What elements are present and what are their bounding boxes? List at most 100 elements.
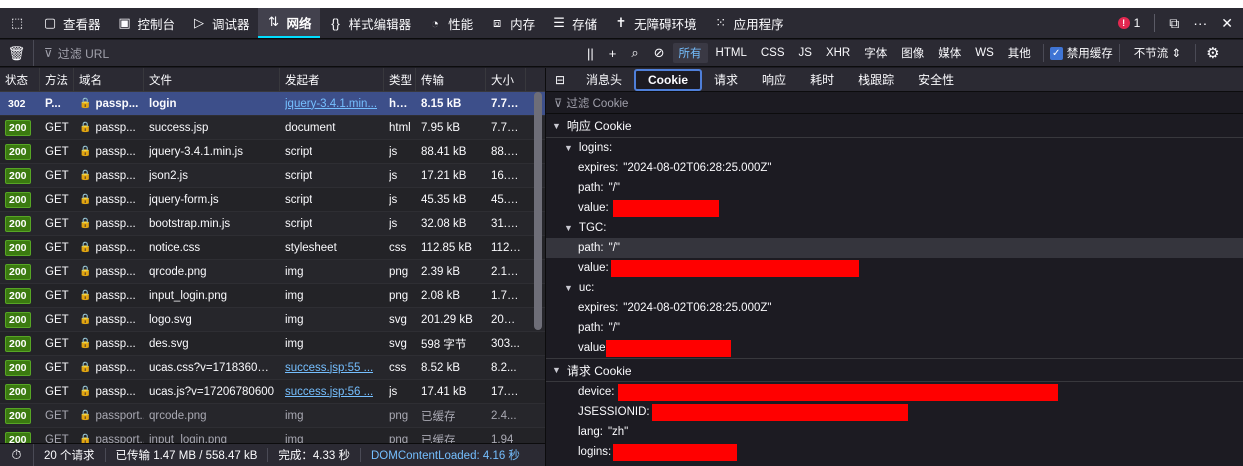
header-initiator[interactable]: 发起者 — [280, 68, 384, 91]
tab-inspector[interactable]: ▢ 查看器 — [34, 8, 109, 38]
header-transferred[interactable]: 传输 — [416, 68, 486, 91]
tab-stack-trace[interactable]: 栈跟踪 — [846, 68, 906, 91]
table-row[interactable]: 200 GET 🔒 passport... qrcode.png img png 已缓存 2.4… — [0, 404, 545, 428]
status-badge: 200 — [5, 119, 31, 136]
cookie-group-tgc[interactable]: ▼ TGC: — [546, 218, 1243, 238]
tab-debugger[interactable]: ▷ 调试器 — [183, 8, 258, 38]
dock-side-icon[interactable]: ⧉ — [1169, 15, 1179, 32]
type-text: png — [389, 409, 409, 422]
url-filter-input[interactable]: ⊽ 过滤 URL — [34, 45, 579, 62]
redaction-block — [618, 383, 1059, 401]
size-text: 88.1... — [491, 145, 521, 158]
initiator-text: script — [285, 193, 313, 206]
dom-content-loaded: DOMContentLoaded: 4.16 秒 — [370, 450, 520, 462]
table-row[interactable]: 200 GET 🔒 passp... qrcode.png img png 2.39 kB 2.… — [0, 260, 545, 284]
initiator-text: script — [285, 217, 313, 230]
table-row[interactable]: 200 GET 🔒 passp... success.jsp document html 7.… — [0, 116, 545, 140]
performance-timer-button[interactable]: ⏱ — [0, 444, 34, 466]
tab-performance[interactable]: ◔ 性能 — [419, 8, 481, 38]
header-file[interactable]: 文件 — [144, 68, 280, 91]
element-picker-button[interactable]: ⬚ — [0, 8, 34, 38]
header-size[interactable]: 大小 — [486, 68, 526, 91]
initiator-text: document — [285, 121, 336, 134]
cell-type: png — [384, 284, 416, 307]
tab-memory[interactable]: ⧈ 内存 — [481, 8, 543, 38]
header-type[interactable]: 类型 — [384, 68, 416, 91]
initiator-text[interactable]: success.jsp:55 ... — [285, 362, 373, 374]
prop-key: value: — [578, 262, 609, 274]
table-row[interactable]: 200 GET 🔒 passp... json2.js script js 17.21 kB 1… — [0, 164, 545, 188]
table-row[interactable]: 200 GET 🔒 passp... bootstrap.min.js script js 3… — [0, 212, 545, 236]
error-count-badge[interactable]: ! 1 — [1117, 16, 1140, 30]
cell-size: 200.... — [486, 308, 526, 331]
type-text: html — [389, 121, 411, 134]
table-row[interactable]: 200 GET 🔒 passp... logo.svg img svg 201.29 kB 20… — [0, 308, 545, 332]
initiator-text[interactable]: success.jsp:56 ... — [285, 386, 373, 398]
gear-icon[interactable]: ⚙ — [1206, 44, 1219, 62]
disable-cache-checkbox[interactable]: ✓ 禁用缓存 — [1049, 45, 1113, 61]
toggle-sidebar-icon[interactable]: ⊟ — [546, 73, 574, 87]
pause-icon[interactable]: || — [587, 46, 594, 61]
table-row[interactable]: 200 GET 🔒 passp... jquery-3.4.1.min.js script… — [0, 140, 545, 164]
throttling-select[interactable]: 不节流 ⇕ — [1126, 45, 1189, 61]
header-method[interactable]: 方法 — [40, 68, 74, 91]
close-icon[interactable]: ✕ — [1221, 15, 1233, 32]
plus-icon[interactable]: + — [609, 46, 617, 61]
type-filter-xhr[interactable]: XHR — [820, 45, 856, 61]
size-text: 17.1... — [491, 385, 521, 398]
initiator-text[interactable]: jquery-3.4.1.min... — [285, 98, 377, 110]
tab-headers[interactable]: 消息头 — [574, 68, 634, 91]
block-icon[interactable]: ⊘ — [654, 45, 665, 61]
lock-icon: 🔒 — [79, 410, 92, 421]
tab-application[interactable]: ⁙ 应用程序 — [705, 8, 792, 38]
toolbar-separator — [1154, 14, 1156, 32]
table-row[interactable]: 200 GET 🔒 passp... jquery-form.js script js 45.… — [0, 188, 545, 212]
type-filter-images[interactable]: 图像 — [895, 43, 930, 63]
table-scrollbar[interactable] — [534, 92, 542, 330]
type-filter-html[interactable]: HTML — [710, 45, 753, 61]
request-cookies-section[interactable]: ▼ 请求 Cookie — [546, 358, 1243, 382]
type-filter-media[interactable]: 媒体 — [932, 43, 967, 63]
type-filter-fonts[interactable]: 字体 — [858, 43, 893, 63]
type-text: js — [389, 217, 398, 230]
tab-security[interactable]: 安全性 — [906, 68, 966, 91]
cell-file: logo.svg — [144, 308, 280, 331]
tab-cookies[interactable]: Cookie — [634, 68, 703, 91]
tab-network[interactable]: ⇅ 网络 — [257, 8, 320, 38]
tab-response[interactable]: 响应 — [750, 68, 798, 91]
clear-button[interactable]: 🗑 — [0, 40, 34, 66]
header-domain[interactable]: 域名 — [74, 68, 144, 91]
type-filter-other[interactable]: 其他 — [1002, 43, 1037, 63]
tab-style-editor[interactable]: {} 样式编辑器 — [320, 8, 420, 38]
tab-request[interactable]: 请求 — [702, 68, 750, 91]
table-row[interactable]: 200 GET 🔒 passp... input_login.png img png 2.08… — [0, 284, 545, 308]
tab-timings[interactable]: 耗时 — [798, 68, 846, 91]
cell-status: 200 — [0, 212, 40, 235]
type-filter-ws[interactable]: WS — [969, 45, 1000, 61]
cell-type: html — [384, 92, 416, 115]
table-row[interactable]: 200 GET 🔒 passp... notice.css stylesheet css 11… — [0, 236, 545, 260]
tab-label: 无障碍环境 — [634, 17, 697, 32]
table-row[interactable]: 200 GET 🔒 passp... ucas.js?v=17206780600 succ… — [0, 380, 545, 404]
type-filter-css[interactable]: CSS — [755, 45, 791, 61]
cookie-group-logins[interactable]: ▼ logins: — [546, 138, 1243, 158]
initiator-text: img — [285, 289, 304, 302]
type-filter-js[interactable]: JS — [793, 45, 818, 61]
tab-console[interactable]: ▣ 控制台 — [109, 8, 184, 38]
file-text: jquery-form.js — [149, 193, 219, 206]
response-cookies-section[interactable]: ▼ 响应 Cookie — [546, 114, 1243, 138]
redaction-block — [610, 259, 859, 277]
header-status[interactable]: 状态 — [0, 68, 40, 91]
cookie-filter-input[interactable]: ⊽ 过滤 Cookie — [546, 92, 1243, 114]
table-row[interactable]: 200 GET 🔒 passp... ucas.css?v=17183604100 suc… — [0, 356, 545, 380]
more-options-icon[interactable]: ··· — [1193, 15, 1207, 31]
table-row[interactable]: 200 GET 🔒 passp... des.svg img svg 598 字节 303... — [0, 332, 545, 356]
table-row[interactable]: 302 P... 🔒 passp... login jquery-3.4.1.min...… — [0, 92, 545, 116]
type-filter-all[interactable]: 所有 — [672, 43, 708, 63]
table-row[interactable]: 200 GET 🔒 passport... input_login.png img png 已… — [0, 428, 545, 443]
search-icon[interactable]: ⌕ — [631, 45, 638, 61]
tab-storage[interactable]: ☰ 存储 — [543, 8, 605, 38]
tab-accessibility[interactable]: ✝ 无障碍环境 — [605, 8, 705, 38]
cookie-group-uc[interactable]: ▼ uc: — [546, 278, 1243, 298]
section-title: 响应 Cookie — [566, 119, 632, 133]
